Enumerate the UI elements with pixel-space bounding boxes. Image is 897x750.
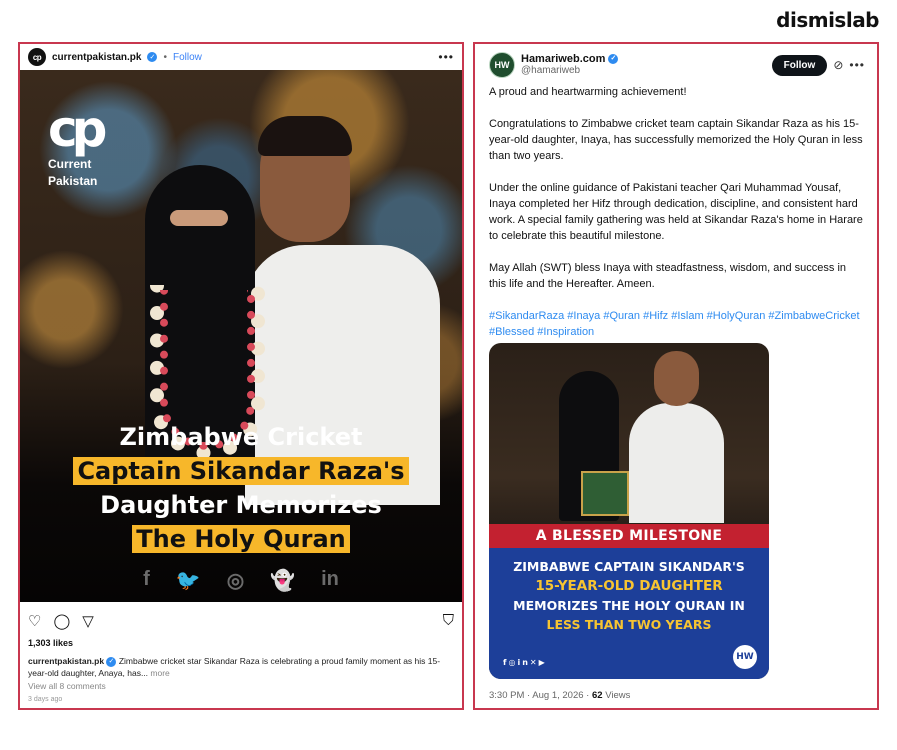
post-time: 3 days ago bbox=[28, 696, 63, 703]
image-social-icons: f 🐦 ◎ 👻 in bbox=[20, 568, 462, 593]
man-head bbox=[654, 351, 699, 406]
bookmark-icon[interactable]: ⛉ bbox=[443, 612, 454, 632]
instagram-post-header: cp currentpakistan.pk ✓ • Follow ••• bbox=[20, 44, 462, 70]
comment-icon[interactable]: ◯ bbox=[53, 612, 70, 632]
x-post-header: HW Hamariweb.com ✓ @hamariweb Follow ⊘ •… bbox=[489, 50, 865, 80]
woman-eyes bbox=[170, 210, 228, 226]
post-actions: ♡ ◯ ▽ ⛉ bbox=[28, 612, 454, 632]
card-text-panel: ZIMBABWE CAPTAIN SIKANDAR'S 15-YEAR-OLD … bbox=[489, 548, 769, 679]
verified-badge-icon: ✓ bbox=[147, 52, 158, 62]
dismislab-logo: dismislab bbox=[776, 8, 879, 32]
display-name[interactable]: Hamariweb.com ✓ bbox=[521, 53, 619, 65]
hamariweb-logo: HW bbox=[733, 645, 757, 669]
paragraph-3: Under the online guidance of Pakistani t… bbox=[489, 182, 863, 242]
image-headline: Zimbabwe Cricket Captain Sikandar Raza's… bbox=[20, 420, 462, 556]
display-name-text: Hamariweb.com bbox=[521, 53, 606, 65]
author-block: Hamariweb.com ✓ @hamariweb bbox=[521, 53, 619, 77]
views-label: Views bbox=[602, 690, 631, 701]
handle[interactable]: @hamariweb bbox=[521, 65, 618, 77]
post-image[interactable]: A BLESSED MILESTONE ZIMBABWE CAPTAIN SIK… bbox=[489, 343, 769, 679]
follow-button[interactable]: Follow bbox=[771, 54, 828, 76]
caption-verified-icon: ✓ bbox=[106, 656, 117, 667]
caption-username[interactable]: currentpakistan.pk bbox=[28, 656, 104, 666]
verified-badge-icon: ✓ bbox=[608, 54, 619, 65]
linkedin-icon: in bbox=[321, 568, 339, 590]
hashtags[interactable]: #SikandarRaza #Inaya #Quran #Hifz #Islam… bbox=[489, 308, 865, 340]
more-options-icon[interactable]: ••• bbox=[438, 50, 454, 64]
paragraph-2: Congratulations to Zimbabwe cricket team… bbox=[489, 118, 863, 162]
caption-more-link[interactable]: more bbox=[150, 668, 169, 678]
logo-mark: cp bbox=[48, 100, 107, 158]
instagram-icon: ◎ bbox=[226, 570, 245, 592]
username[interactable]: currentpakistan.pk bbox=[52, 52, 141, 63]
paragraph-1: A proud and heartwarming achievement! bbox=[489, 86, 687, 98]
card-line-4: LESS THAN TWO YEARS bbox=[546, 617, 712, 632]
logo-line-1: Current bbox=[48, 157, 92, 171]
like-icon[interactable]: ♡ bbox=[28, 612, 41, 632]
man-figure bbox=[629, 403, 724, 523]
paragraph-4: May Allah (SWT) bless Inaya with steadfa… bbox=[489, 262, 847, 290]
card-line-1: ZIMBABWE CAPTAIN SIKANDAR'S bbox=[513, 559, 745, 574]
timestamp[interactable]: 3:30 PM · Aug 1, 2026 · bbox=[489, 690, 592, 701]
caption: currentpakistan.pk ✓ Zimbabwe cricket st… bbox=[28, 655, 452, 679]
headline-line-4: The Holy Quran bbox=[132, 525, 350, 553]
follow-link[interactable]: Follow bbox=[173, 52, 202, 63]
post-image[interactable]: cp Current Pakistan Zimbabwe Cricket Cap… bbox=[20, 70, 462, 602]
facebook-icon: f bbox=[143, 568, 150, 590]
milestone-banner: A BLESSED MILESTONE bbox=[489, 524, 769, 548]
grok-icon[interactable]: ⊘ bbox=[833, 58, 843, 72]
avatar[interactable]: HW bbox=[489, 52, 515, 78]
like-count[interactable]: 1,303 likes bbox=[28, 638, 73, 648]
card-social-icons: f◎in✕▶ bbox=[503, 658, 547, 667]
headline-line-2: Captain Sikandar Raza's bbox=[73, 457, 409, 485]
snapchat-icon: 👻 bbox=[270, 570, 296, 592]
views-count: 62 bbox=[591, 690, 603, 701]
more-options-icon[interactable]: ••• bbox=[849, 58, 865, 72]
quran-book bbox=[581, 471, 629, 516]
card-line-2: 15-YEAR-OLD DAUGHTER bbox=[535, 578, 723, 594]
separator-dot: • bbox=[163, 51, 167, 63]
twitter-icon: 🐦 bbox=[175, 570, 201, 592]
avatar[interactable]: cp bbox=[28, 48, 46, 66]
headline-line-3: Daughter Memorizes bbox=[100, 491, 382, 519]
current-pakistan-logo: cp Current Pakistan bbox=[48, 100, 107, 188]
post-meta: 3:30 PM · Aug 1, 2026 · 62 Views bbox=[489, 690, 630, 701]
share-icon[interactable]: ▽ bbox=[82, 612, 94, 632]
instagram-post: cp currentpakistan.pk ✓ • Follow ••• cp … bbox=[18, 42, 464, 710]
logo-line-2: Pakistan bbox=[48, 174, 98, 188]
man-hair bbox=[258, 116, 352, 156]
headline-line-1: Zimbabwe Cricket bbox=[119, 423, 363, 451]
view-comments-link[interactable]: View all 8 comments bbox=[28, 681, 106, 691]
x-post: HW Hamariweb.com ✓ @hamariweb Follow ⊘ •… bbox=[473, 42, 879, 710]
post-text: A proud and heartwarming achievement! Co… bbox=[489, 84, 865, 356]
card-line-3: MEMORIZES THE HOLY QURAN IN bbox=[513, 598, 745, 613]
